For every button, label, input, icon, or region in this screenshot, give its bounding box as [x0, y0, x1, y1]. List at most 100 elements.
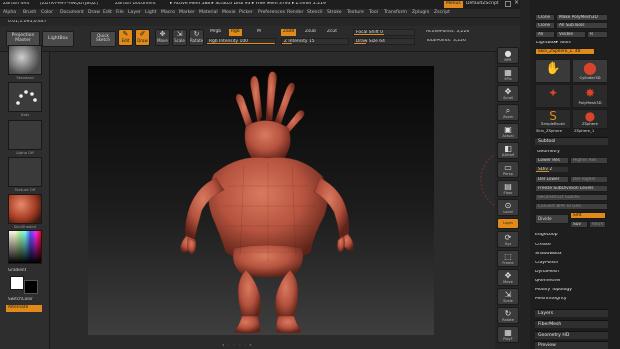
subtool-thumb-skin-1[interactable]: ✋ — [535, 59, 571, 83]
menu-document[interactable]: Document — [60, 10, 84, 16]
preview-section-header[interactable]: Preview — [535, 341, 608, 349]
view-move-button[interactable]: ✥ Move — [497, 269, 519, 286]
edgeloop-section[interactable]: EdgeLoop — [535, 233, 608, 238]
actual-button[interactable]: ▣ Actual — [497, 123, 519, 140]
document-canvas[interactable] — [88, 66, 434, 335]
shadowbox-section[interactable]: ShadowBox — [535, 252, 608, 257]
menu-tool[interactable]: Tool — [369, 10, 378, 16]
scale-mode-button[interactable]: ⇲ Scale — [172, 29, 187, 46]
canvas-bottom-nav-icon[interactable]: ◂ ◦ ◦ ◦ ◦ ▸ — [222, 343, 282, 347]
view-rotate-button[interactable]: ↻ Rotate — [497, 307, 519, 324]
gradient-label[interactable]: Gradient — [8, 268, 26, 272]
meshintegrity-section[interactable]: MeshIntegrity — [535, 297, 608, 302]
menu-light[interactable]: Light — [145, 10, 156, 16]
higher-res-button[interactable]: Higher Res — [570, 157, 608, 164]
rgb-toggle[interactable]: Rgb — [229, 29, 242, 36]
menu-stroke[interactable]: Stroke — [327, 10, 342, 16]
menu-texture[interactable]: Texture — [347, 10, 364, 16]
menu-zscript[interactable]: Zscript — [434, 10, 450, 16]
menu-movie[interactable]: Movie — [222, 10, 236, 16]
stroke-thumbnail[interactable] — [8, 82, 42, 112]
draw-mode-button[interactable]: ✐ Draw — [135, 29, 150, 46]
del-lower-button[interactable]: Del Lower — [535, 176, 569, 183]
mrgb-toggle[interactable]: Mrgb — [208, 29, 223, 36]
menu-file[interactable]: File — [116, 10, 124, 16]
bpr-button[interactable]: ● BPR — [497, 47, 519, 64]
menu-alpha[interactable]: Alpha — [3, 10, 16, 16]
menu-macro[interactable]: Macro — [161, 10, 175, 16]
current-tool-slider[interactable]: Skin_ZSphere_1. 48 — [535, 48, 595, 55]
lightbox-button[interactable]: LightBox — [42, 31, 74, 47]
xyz-rotate-button[interactable]: ⟳ Xyz — [497, 231, 519, 248]
secondary-color-swatch[interactable] — [24, 280, 38, 294]
default-zscript-button[interactable]: DefaultZScript — [464, 1, 501, 8]
all-button[interactable]: All — [535, 31, 555, 38]
subtool-section-header[interactable]: Subtool — [535, 137, 608, 145]
material-thumbnail[interactable] — [8, 194, 42, 224]
menu-edit[interactable]: Edit — [103, 10, 112, 16]
convert-bpr-button[interactable]: Convert BPR To Geo — [535, 203, 608, 210]
menu-transform[interactable]: Transform — [384, 10, 407, 16]
del-higher-button[interactable]: Del Higher — [570, 176, 608, 183]
zadd-toggle[interactable]: Zadd — [281, 29, 297, 36]
divide-button[interactable]: Divide — [535, 214, 569, 224]
geometry-hd-section-header[interactable]: Geometry HD — [535, 331, 608, 339]
fibermesh-section-header[interactable]: FiberMesh — [535, 320, 608, 328]
main-color-swatch[interactable] — [10, 276, 24, 290]
reuv-toggle[interactable]: ReUV — [589, 221, 606, 228]
reconstruct-subdiv-button[interactable]: Reconstruct Subdiv — [535, 194, 608, 201]
local-button[interactable]: ⊙ Local — [497, 199, 519, 216]
sdiv-slider[interactable]: SDiv 2 — [535, 166, 569, 173]
move-mode-button[interactable]: ✥ Move — [155, 29, 170, 46]
r-button[interactable]: R — [587, 31, 608, 38]
floor-button[interactable]: ▤ Floor — [497, 180, 519, 197]
lightbox-tools-label[interactable]: Lightbox▸ Tools — [536, 41, 571, 46]
modify-topology-section[interactable]: Modify Topology — [535, 288, 608, 293]
zsub-toggle[interactable]: Zsub — [303, 29, 318, 36]
subtool-thumb-simplebrush[interactable]: S SimpleBrush — [535, 109, 571, 129]
subtool-thumb-cylinder[interactable]: ⬤ Cylinder3D — [572, 59, 608, 83]
edit-mode-button[interactable]: ✎ Edit — [118, 29, 133, 46]
quick-sketch-button[interactable]: Quick Sketch — [90, 31, 116, 47]
dynamesh-section[interactable]: DynaMesh — [535, 270, 608, 275]
menu-picker[interactable]: Picker — [239, 10, 253, 16]
claypolish-section[interactable]: ClayPolish — [535, 261, 608, 266]
subtool-thumb-zsphere[interactable]: ● ZSphere — [572, 109, 608, 129]
menu-color[interactable]: Color — [41, 10, 53, 16]
aahalf-button[interactable]: ◧ AAHalf — [497, 142, 519, 159]
visible-button[interactable]: Visible — [556, 31, 586, 38]
polyf-button[interactable]: ▦ PolyF — [497, 326, 519, 343]
rotate-mode-button[interactable]: ↻ Rotate — [189, 29, 204, 46]
m-toggle[interactable]: M — [255, 29, 263, 36]
menu-stencil[interactable]: Stencil — [307, 10, 323, 16]
subtool-thumb-star[interactable]: ✦ — [535, 84, 571, 108]
smt-toggle[interactable]: Smt — [570, 212, 606, 219]
clone-all-button[interactable]: Clone — [535, 22, 555, 29]
rgb-intensity-slider[interactable]: Rgb Intensity 100 — [206, 38, 276, 45]
layers-section-header[interactable]: Layers — [535, 309, 608, 317]
make-polymesh-button[interactable]: Make PolyMesh3D — [556, 14, 608, 21]
brush-thumbnail[interactable] — [8, 45, 42, 75]
alternate-button[interactable]: Alternate — [6, 305, 42, 312]
draw-size-slider[interactable]: Draw Size 64 — [353, 38, 415, 45]
switch-color-label[interactable]: SwitchColor — [8, 297, 33, 301]
suv-toggle[interactable]: Suv — [570, 221, 588, 228]
crease-section[interactable]: Crease — [535, 243, 608, 248]
zcut-toggle[interactable]: Zcut — [325, 29, 339, 36]
menu-render[interactable]: Render — [287, 10, 303, 16]
color-picker[interactable] — [8, 230, 42, 264]
freeze-subdivision-button[interactable]: Freeze SubDivision Levels — [535, 185, 608, 192]
subtool-thumb-polymesh[interactable]: ✸ PolyMesh3D — [572, 84, 608, 108]
texture-thumbnail[interactable] — [8, 157, 42, 187]
menu-material[interactable]: Material — [199, 10, 218, 16]
menu-zplugin[interactable]: Zplugin — [412, 10, 429, 16]
menus-button[interactable]: Menus — [444, 1, 463, 8]
zoom-button[interactable]: ⌕ Zoom — [497, 104, 519, 121]
scroll-button[interactable]: ✥ Scroll — [497, 85, 519, 102]
geometry-section-header[interactable]: Geometry — [537, 150, 560, 155]
lower-res-button[interactable]: Lower Res — [535, 157, 569, 164]
menu-layer[interactable]: Layer — [128, 10, 141, 16]
menu-preferences[interactable]: Preferences — [258, 10, 285, 16]
menu-brush[interactable]: Brush — [23, 10, 36, 16]
z-intensity-slider[interactable]: Z Intensity 15 — [281, 38, 349, 45]
